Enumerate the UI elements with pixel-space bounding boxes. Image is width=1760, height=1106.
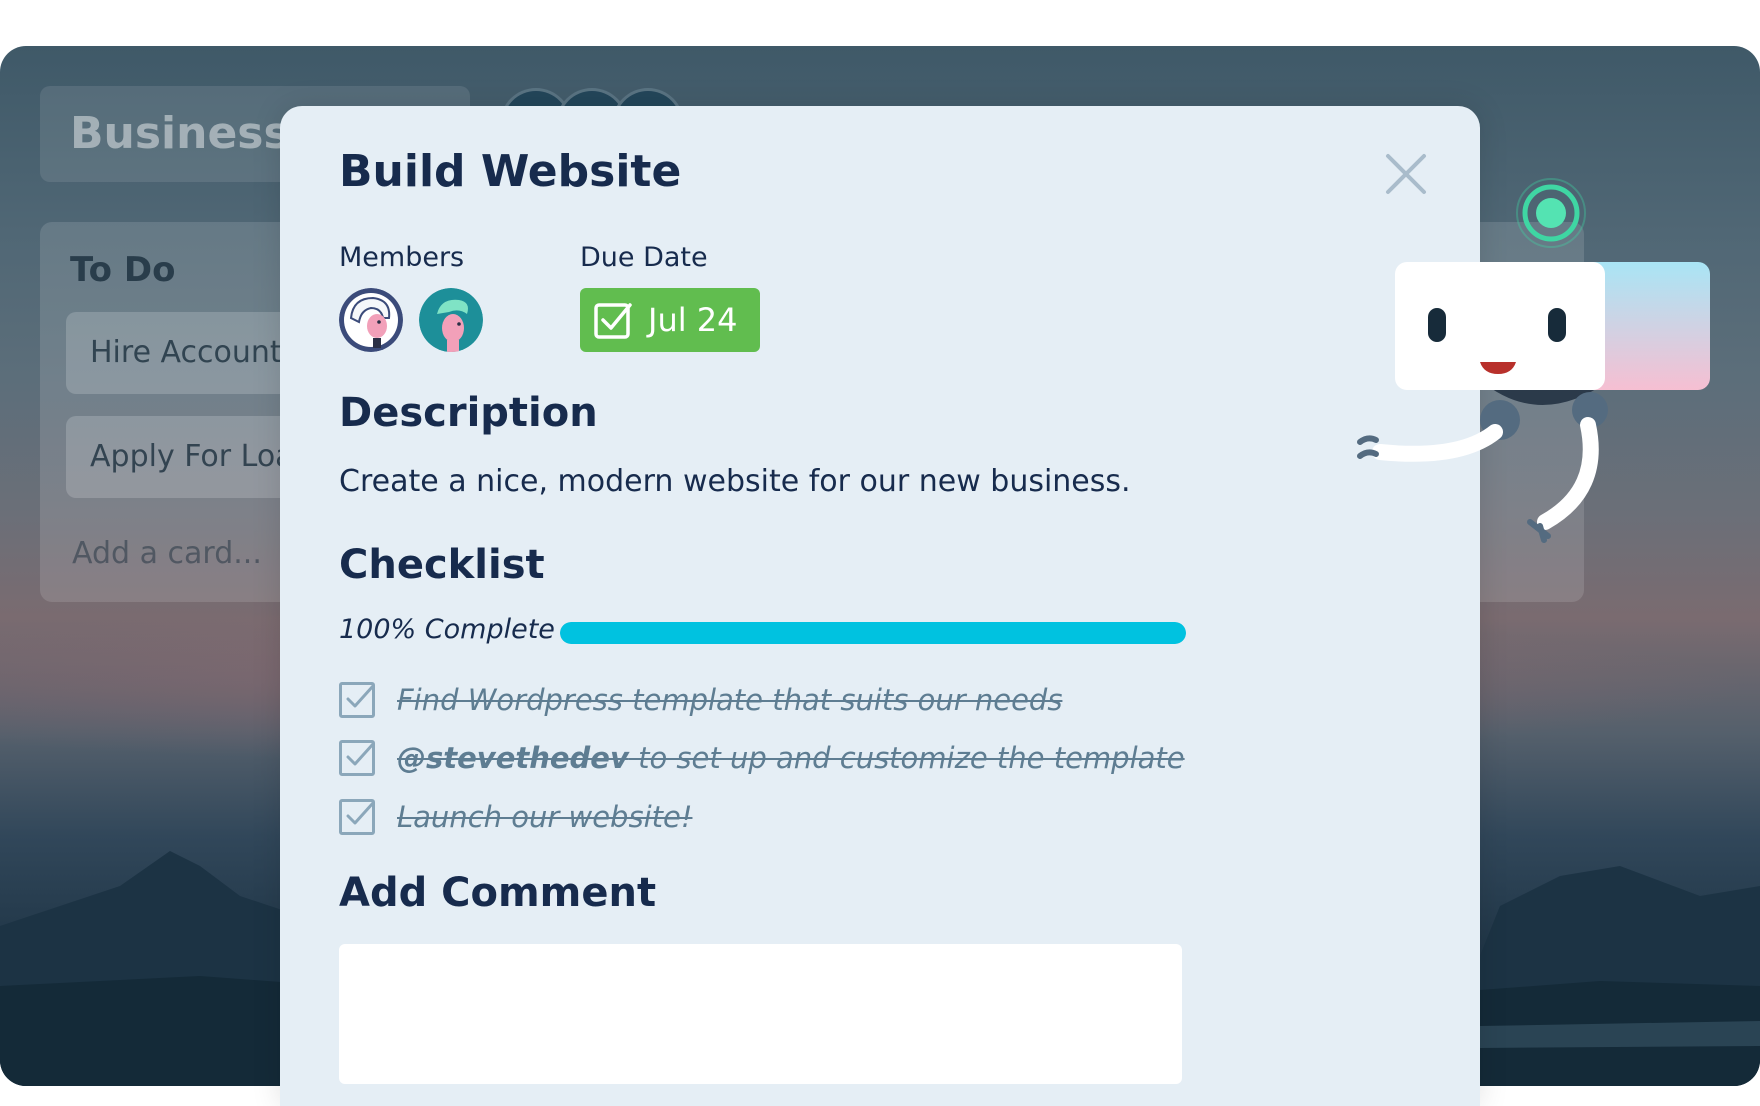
due-date-badge[interactable]: Jul 24 bbox=[580, 288, 760, 352]
progress-bar-fill bbox=[560, 622, 1186, 644]
checklist-item-text: Launch our website! bbox=[397, 800, 693, 834]
card-title[interactable]: Build Website bbox=[339, 146, 681, 197]
member-avatar[interactable] bbox=[419, 288, 483, 352]
due-date-label: Due Date bbox=[580, 242, 708, 273]
checklist-item[interactable]: Find Wordpress template that suits our n… bbox=[339, 678, 1062, 722]
robot-mascot-illustration bbox=[1357, 178, 1710, 543]
checklist-heading: Checklist bbox=[339, 542, 545, 588]
progress-label: 100% Complete bbox=[339, 614, 555, 645]
checkbox-checked-icon bbox=[346, 801, 375, 825]
progress-bar bbox=[560, 622, 1186, 644]
mention-link[interactable]: @stevethedev bbox=[397, 741, 629, 775]
calendar-check-icon bbox=[594, 303, 632, 339]
due-date-value: Jul 24 bbox=[648, 301, 738, 339]
checklist-item-text: @stevethedev to set up and customize the… bbox=[397, 741, 1185, 775]
description-heading: Description bbox=[339, 390, 598, 436]
checklist-item-rest: to set up and customize the template bbox=[628, 741, 1185, 775]
checkbox[interactable] bbox=[339, 682, 375, 718]
add-card-link[interactable]: Add a card... bbox=[72, 536, 262, 571]
checkbox[interactable] bbox=[339, 799, 375, 835]
list-title: To Do bbox=[70, 250, 176, 290]
member-avatar[interactable] bbox=[339, 288, 403, 352]
checkbox-checked-icon bbox=[346, 684, 375, 708]
member-avatar-image bbox=[339, 288, 403, 352]
checklist-item[interactable]: @stevethedev to set up and customize the… bbox=[339, 736, 1185, 780]
add-comment-heading: Add Comment bbox=[339, 870, 657, 916]
member-avatar-image bbox=[419, 288, 483, 352]
checklist-item[interactable]: Launch our website! bbox=[339, 795, 692, 839]
checkbox[interactable] bbox=[339, 740, 375, 776]
card-detail-modal: Build Website Members Due Date Jul 24 De… bbox=[280, 106, 1480, 1106]
comment-input[interactable] bbox=[339, 944, 1182, 1084]
checklist-item-text: Find Wordpress template that suits our n… bbox=[397, 683, 1063, 717]
description-text[interactable]: Create a nice, modern website for our ne… bbox=[339, 464, 1131, 499]
members-label: Members bbox=[339, 242, 465, 273]
checkbox-checked-icon bbox=[346, 742, 375, 766]
